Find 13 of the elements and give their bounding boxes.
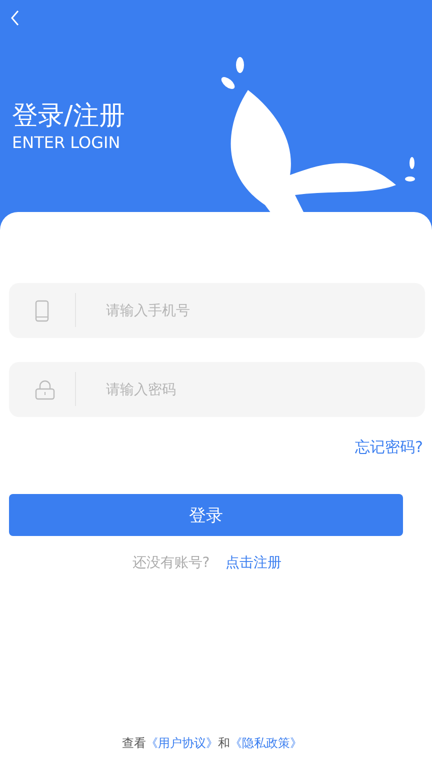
register-prompt: 还没有账号? bbox=[132, 554, 210, 572]
agreement-prefix: 查看 bbox=[122, 735, 146, 752]
forgot-password-link[interactable]: 忘记密码? bbox=[355, 438, 425, 457]
input-field[interactable]: 请输入手机号 bbox=[9, 283, 425, 338]
user-agreement-link[interactable]: 《用户协议》 bbox=[146, 735, 218, 752]
back-icon[interactable] bbox=[10, 10, 20, 26]
page-title: 登录/注册 bbox=[12, 100, 125, 132]
input-field[interactable]: 请输入密码 bbox=[9, 362, 425, 417]
login-button[interactable]: 登录 bbox=[9, 494, 403, 536]
privacy-policy-link[interactable]: 《隐私政策》 bbox=[230, 735, 302, 752]
register-link[interactable]: 点击注册 bbox=[226, 554, 282, 572]
agreement-joiner: 和 bbox=[218, 735, 230, 752]
page-subtitle: ENTER LOGIN bbox=[12, 132, 122, 154]
